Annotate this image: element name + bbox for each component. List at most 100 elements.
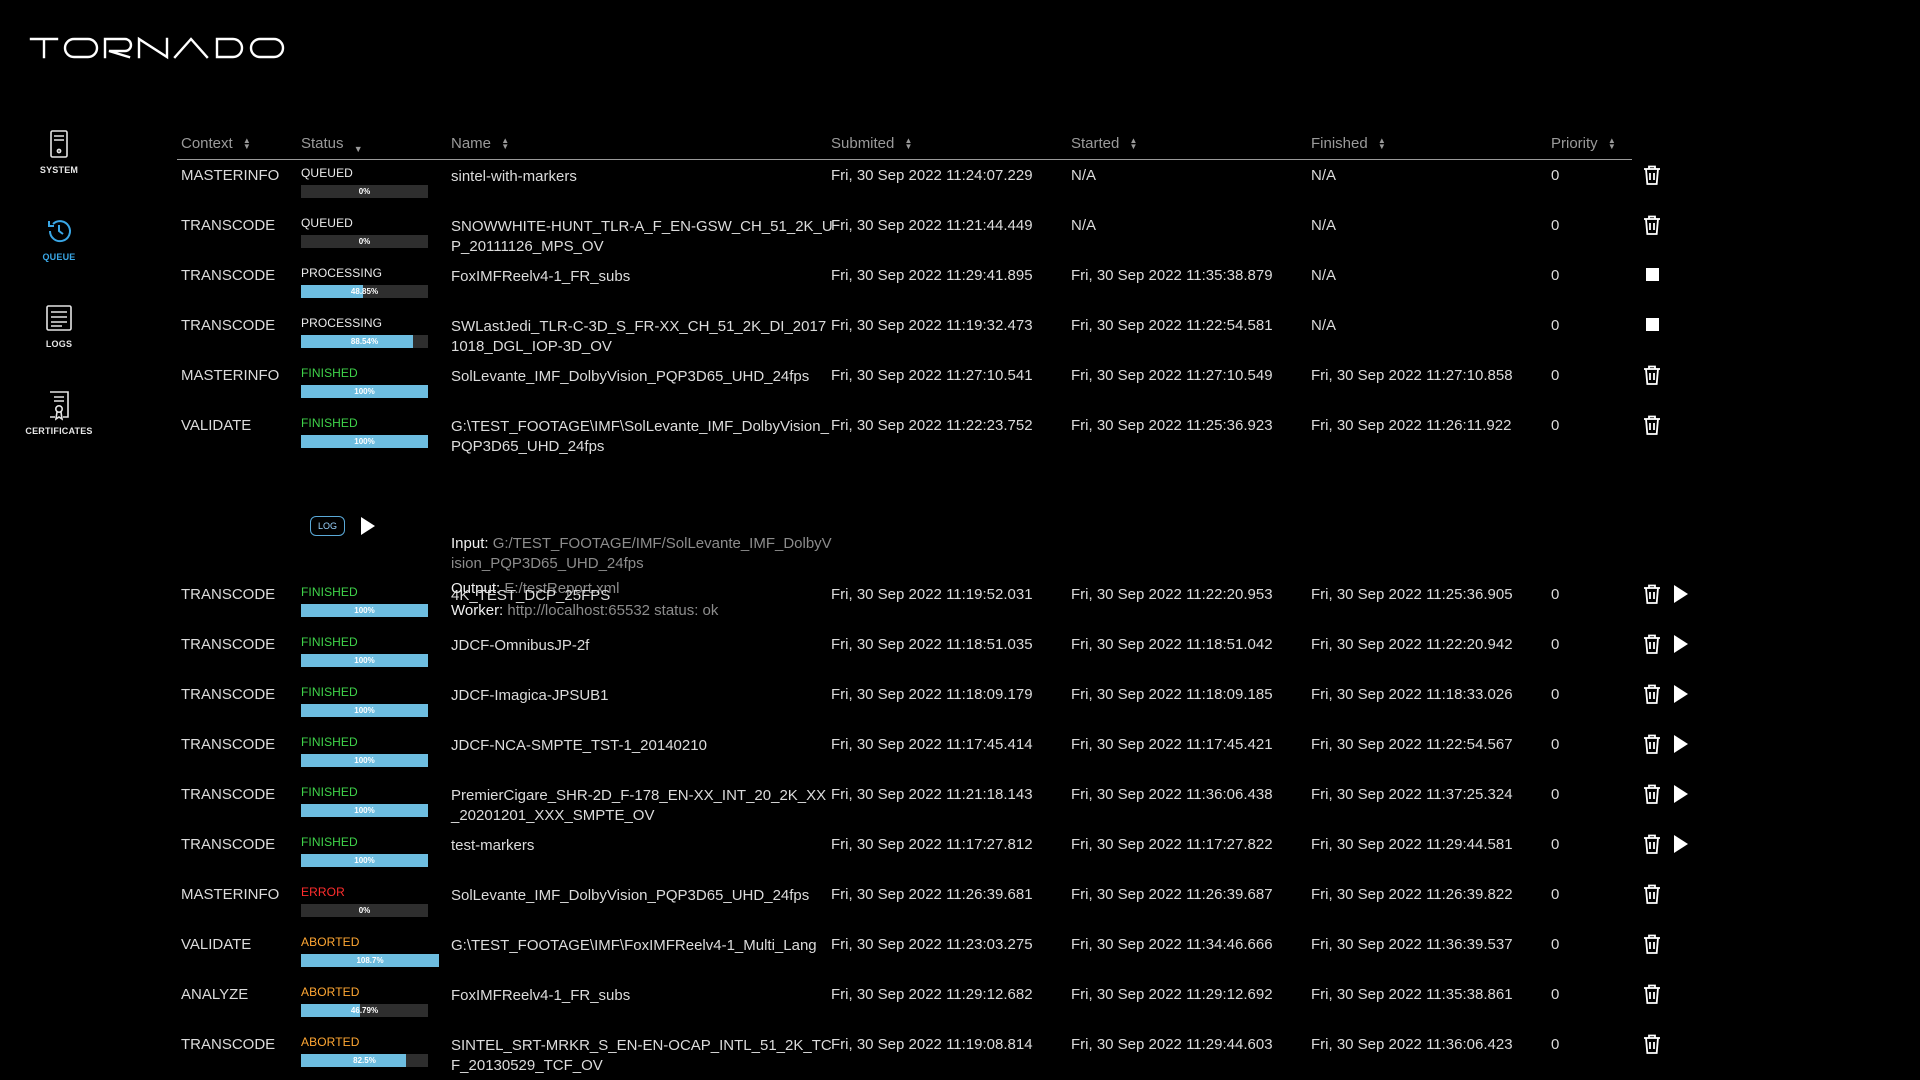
- cell-submitted: Fri, 30 Sep 2022 11:19:08.814: [831, 1036, 1033, 1053]
- cell-finished: Fri, 30 Sep 2022 11:35:38.861: [1311, 986, 1513, 1003]
- column-header-name[interactable]: Name ▲ ▼: [451, 135, 509, 152]
- table-row[interactable]: MASTERINFO FINISHED 100% SolLevante_IMF_…: [177, 360, 1697, 410]
- status-badge: FINISHED: [301, 416, 358, 430]
- table-row[interactable]: TRANSCODE QUEUED 0% SNOWWHITE-HUNT_TLR-A…: [177, 210, 1697, 260]
- cell-priority: 0: [1551, 167, 1560, 184]
- status-cell: ERROR 0%: [301, 885, 428, 917]
- cell-started: Fri, 30 Sep 2022 11:35:38.879: [1071, 267, 1273, 284]
- sort-arrows-icon: ▲ ▼: [1377, 136, 1386, 152]
- status-cell: QUEUED 0%: [301, 166, 428, 198]
- cell-submitted: Fri, 30 Sep 2022 11:29:41.895: [831, 267, 1033, 284]
- cell-context: TRANSCODE: [181, 786, 276, 803]
- column-header-finished[interactable]: Finished ▲ ▼: [1311, 135, 1386, 152]
- cell-name: sintel-with-markers: [451, 168, 577, 185]
- progress-label: 100%: [354, 856, 375, 865]
- play-icon[interactable]: [357, 515, 377, 537]
- table-row[interactable]: TRANSCODE ABORTED 82.5% SINTEL_SRT-MRKR_…: [177, 1029, 1697, 1079]
- trash-icon[interactable]: [1641, 833, 1663, 855]
- column-header-context[interactable]: Context ▲ ▼: [181, 135, 251, 152]
- table-row[interactable]: TRANSCODE FINISHED 100% JDCF-Imagica-JPS…: [177, 679, 1697, 729]
- clock-refresh-icon: [48, 220, 71, 243]
- nav-item-certificates[interactable]: CERTIFICATES: [0, 389, 118, 476]
- detail-label: Input:: [451, 535, 489, 552]
- cell-context: TRANSCODE: [181, 686, 276, 703]
- progress-label: 0%: [358, 237, 371, 246]
- row-actions: [1641, 833, 1690, 855]
- play-icon[interactable]: [1670, 733, 1690, 755]
- play-icon[interactable]: [1670, 583, 1690, 605]
- play-icon[interactable]: [1670, 783, 1690, 805]
- trash-icon[interactable]: [1641, 883, 1663, 905]
- cell-priority: 0: [1551, 936, 1560, 953]
- log-button[interactable]: LOG: [310, 516, 346, 536]
- cell-started: N/A: [1071, 167, 1097, 184]
- table-row[interactable]: MASTERINFO ERROR 0% SolLevante_IMF_Dolby…: [177, 879, 1697, 929]
- trash-icon[interactable]: [1641, 733, 1663, 755]
- table-row[interactable]: TRANSCODE FINISHED 100% JDCF-OmnibusJP-2…: [177, 629, 1697, 679]
- trash-icon[interactable]: [1641, 583, 1663, 605]
- cell-finished: N/A: [1311, 317, 1337, 334]
- play-icon[interactable]: [1670, 833, 1690, 855]
- sort-arrows-icon: ▲ ▼: [904, 136, 913, 152]
- column-header-status[interactable]: Status ▼: [301, 135, 363, 154]
- cell-started: Fri, 30 Sep 2022 11:26:39.687: [1071, 886, 1273, 903]
- cell-started: Fri, 30 Sep 2022 11:29:12.692: [1071, 986, 1273, 1003]
- table-row[interactable]: VALIDATE ABORTED 108.7% G:\TEST_FOOTAGE\…: [177, 929, 1697, 979]
- cell-priority: 0: [1551, 267, 1560, 284]
- play-icon[interactable]: [1670, 683, 1690, 705]
- table-row[interactable]: TRANSCODE PROCESSING 48.85% FoxIMFReelv4…: [177, 260, 1697, 310]
- table-row[interactable]: ANALYZE ABORTED 46.79% FoxIMFReelv4-1_FR…: [177, 979, 1697, 1029]
- trash-icon[interactable]: [1641, 783, 1663, 805]
- column-label: Context: [181, 135, 233, 152]
- cell-started: Fri, 30 Sep 2022 11:17:45.421: [1071, 736, 1273, 753]
- cell-priority: 0: [1551, 986, 1560, 1003]
- cell-name: test-markers: [451, 837, 535, 854]
- progress-bar: 100%: [301, 604, 428, 617]
- cell-submitted: Fri, 30 Sep 2022 11:17:27.812: [831, 836, 1033, 853]
- status-badge: FINISHED: [301, 366, 358, 380]
- table-row[interactable]: TRANSCODE FINISHED 100% test-markers Fri,…: [177, 829, 1697, 879]
- queue-table: Context ▲ ▼ Status ▼ Name ▲ ▼ Submited ▲ ▼ …: [177, 130, 1697, 1079]
- row-actions: [1641, 264, 1663, 286]
- table-row[interactable]: TRANSCODE FINISHED 100% 4K_TEST_DCP_25FP…: [177, 579, 1697, 629]
- nav-item-logs[interactable]: LOGS: [0, 302, 118, 389]
- trash-icon[interactable]: [1641, 933, 1663, 955]
- cell-finished: N/A: [1311, 267, 1337, 284]
- stop-icon[interactable]: [1641, 314, 1663, 336]
- play-icon[interactable]: [1670, 633, 1690, 655]
- nav-item-queue[interactable]: QUEUE: [0, 215, 118, 302]
- tornado-logo: [29, 36, 289, 65]
- nav-item-system[interactable]: SYSTEM: [0, 128, 118, 215]
- trash-icon[interactable]: [1641, 214, 1663, 236]
- cell-priority: 0: [1551, 886, 1560, 903]
- column-header-started[interactable]: Started ▲ ▼: [1071, 135, 1137, 152]
- cell-context: TRANSCODE: [181, 836, 276, 853]
- trash-icon[interactable]: [1641, 1033, 1663, 1055]
- table-row[interactable]: TRANSCODE PROCESSING 88.54% SWLastJedi_T…: [177, 310, 1697, 360]
- status-badge: FINISHED: [301, 785, 358, 799]
- table-row[interactable]: TRANSCODE FINISHED 100% PremierCigare_SH…: [177, 779, 1697, 829]
- row-actions: [1641, 983, 1663, 1005]
- column-label: Name: [451, 135, 492, 152]
- progress-bar: 100%: [301, 385, 428, 398]
- table-row[interactable]: TRANSCODE FINISHED 100% JDCF-NCA-SMPTE_T…: [177, 729, 1697, 779]
- cell-finished: N/A: [1311, 217, 1337, 234]
- status-badge: FINISHED: [301, 835, 358, 849]
- progress-label: 108.7%: [356, 956, 384, 965]
- cell-priority: 0: [1551, 317, 1560, 334]
- trash-icon[interactable]: [1641, 983, 1663, 1005]
- trash-icon[interactable]: [1641, 683, 1663, 705]
- column-header-priority[interactable]: Priority ▲ ▼: [1551, 135, 1616, 152]
- trash-icon[interactable]: [1641, 164, 1663, 186]
- stop-icon[interactable]: [1641, 264, 1663, 286]
- cell-context: TRANSCODE: [181, 636, 276, 653]
- table-row[interactable]: VALIDATE FINISHED 100% G:\TEST_FOOTAGE\I…: [177, 410, 1697, 619]
- table-row[interactable]: MASTERINFO QUEUED 0% sintel-with-markers…: [177, 160, 1697, 210]
- progress-label: 100%: [354, 656, 375, 665]
- status-badge: ABORTED: [301, 1035, 360, 1049]
- column-header-submitted[interactable]: Submited ▲ ▼: [831, 135, 912, 152]
- trash-icon[interactable]: [1641, 633, 1663, 655]
- trash-icon[interactable]: [1641, 414, 1663, 436]
- trash-icon[interactable]: [1641, 364, 1663, 386]
- cell-priority: 0: [1551, 586, 1560, 603]
